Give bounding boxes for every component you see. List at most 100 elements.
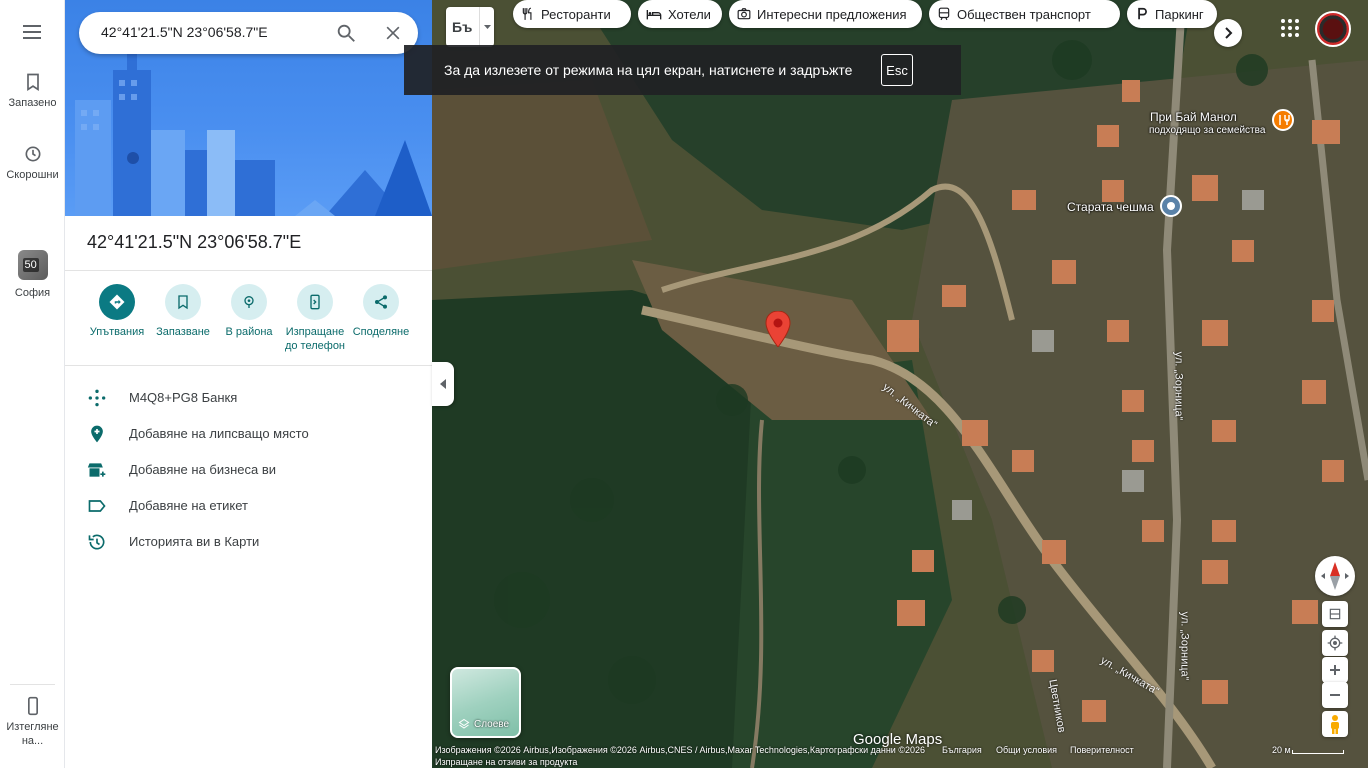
- chip-transit[interactable]: Обществен транспорт: [929, 0, 1120, 28]
- footer-link-country[interactable]: България: [942, 745, 982, 755]
- street-view-pegman[interactable]: [1322, 711, 1348, 737]
- directions-icon: [109, 294, 125, 310]
- language-button[interactable]: Бъ: [446, 7, 494, 47]
- compass-icon: [1321, 562, 1349, 590]
- transit-icon: [938, 7, 950, 21]
- minus-icon: [1330, 694, 1340, 696]
- bookmark-icon: [26, 73, 39, 92]
- fullscreen-notice: За да излезете от режима на цял екран, н…: [404, 45, 961, 95]
- add-place-icon: [91, 425, 103, 443]
- left-rail: Запазено Скорошни 50 София Изтегляне на.…: [0, 0, 65, 768]
- language-dropdown[interactable]: [479, 7, 494, 47]
- chip-hotels[interactable]: Хотели: [638, 0, 722, 28]
- list-item-label: Добавяне на липсващо място: [129, 426, 309, 441]
- bookmark-icon: [178, 295, 188, 310]
- chip-label: Интересни предложения: [757, 6, 907, 22]
- chip-restaurants[interactable]: Ресторанти: [513, 0, 631, 28]
- send-to-phone-button[interactable]: Изпращане до телефон: [282, 284, 348, 353]
- divider: [65, 365, 432, 366]
- share-button[interactable]: Споделяне: [348, 284, 414, 339]
- directions-label: Упътвания: [89, 326, 145, 338]
- chip-label: Ресторанти: [541, 6, 611, 22]
- apps-icon[interactable]: [1280, 18, 1300, 38]
- place-title: 42°41'21.5"N 23°06'58.7"E: [87, 232, 302, 252]
- send-to-phone-icon: [310, 294, 320, 310]
- chevron-left-icon: [440, 379, 446, 389]
- layers-label: Слоеве: [474, 718, 510, 730]
- satellite-map[interactable]: При Бай Манол подходящо за семейства Ста…: [432, 0, 1368, 768]
- list-item-history[interactable]: Историята ви в Карти: [65, 524, 432, 560]
- avatar[interactable]: [1315, 11, 1351, 47]
- street-label: ул. „Зорница“: [1178, 611, 1191, 681]
- restaurant-pin-icon[interactable]: [1272, 109, 1294, 131]
- rail-recent[interactable]: Скорошни: [0, 144, 65, 182]
- chips-next-button[interactable]: [1214, 19, 1242, 47]
- chip-label: Обществен транспорт: [957, 6, 1091, 22]
- footer-link-terms[interactable]: Общи условия: [996, 745, 1057, 755]
- list-item-label: Добавяне на бизнеса ви: [129, 462, 276, 477]
- my-location-button[interactable]: [1322, 630, 1348, 656]
- hero-image: 42°41'21.5"N 23°06'58.7"E: [65, 0, 432, 216]
- tilt-button[interactable]: [1322, 601, 1348, 627]
- zoom-in-button[interactable]: [1322, 657, 1348, 683]
- layers-button[interactable]: Слоеве: [450, 667, 521, 738]
- footer-link-privacy[interactable]: Поверителност: [1070, 745, 1134, 755]
- list-item-add-place[interactable]: Добавяне на липсващо място: [65, 416, 432, 452]
- side-panel: 42°41'21.5"N 23°06'58.7"E 42°41'21.5"N 2…: [65, 0, 432, 768]
- attribution: Изображения ©2026 Airbus,Изображения ©20…: [435, 745, 925, 755]
- chevron-right-icon: [1225, 27, 1233, 39]
- list-item-plus-code[interactable]: M4Q8+PG8 Банкя: [65, 380, 432, 416]
- rail-saved[interactable]: Запазено: [0, 72, 65, 110]
- action-row: Упътвания Запазване В района Изпращане д…: [65, 284, 432, 354]
- chevron-down-icon: [484, 25, 491, 29]
- scale-bar: [1292, 750, 1344, 754]
- sofia-thumbnail: 50: [17, 250, 48, 280]
- feedback-link[interactable]: Изпращане на отзиви за продукта: [435, 757, 577, 767]
- collapse-panel-button[interactable]: [432, 362, 454, 406]
- rail-divider: [10, 684, 55, 685]
- list-item-label: M4Q8+PG8 Банкя: [129, 390, 238, 405]
- landmark-pin-icon[interactable]: [1160, 195, 1182, 217]
- search-box[interactable]: 42°41'21.5"N 23°06'58.7"E: [79, 12, 418, 54]
- camera-icon: [737, 8, 751, 20]
- share-icon: [375, 295, 387, 309]
- location-pin-icon[interactable]: [765, 311, 791, 347]
- list-item-label: Историята ви в Карти: [129, 534, 260, 549]
- rail-download[interactable]: Изтегляне на...: [0, 696, 65, 748]
- list-item-add-label[interactable]: Добавяне на етикет: [65, 488, 432, 524]
- nearby-button[interactable]: В района: [216, 284, 282, 339]
- restaurant-icon: [522, 7, 532, 20]
- poi-sublabel: подходящо за семейства: [1149, 125, 1266, 136]
- tilt-icon: [1329, 608, 1341, 620]
- phone-icon: [27, 696, 38, 716]
- list-item-label: Добавяне на етикет: [129, 498, 248, 513]
- chip-attractions[interactable]: Интересни предложения: [729, 0, 922, 28]
- scale-label[interactable]: 20 м: [1272, 745, 1291, 755]
- search-icon[interactable]: [335, 22, 357, 44]
- list-item-add-business[interactable]: Добавяне на бизнеса ви: [65, 452, 432, 488]
- nearby-icon: [244, 296, 254, 308]
- divider: [65, 270, 432, 271]
- fullscreen-notice-text: За да излезете от режима на цял екран, н…: [444, 62, 853, 78]
- add-business-icon: [87, 463, 106, 477]
- search-input[interactable]: 42°41'21.5"N 23°06'58.7"E: [101, 24, 268, 40]
- directions-button[interactable]: Упътвания: [84, 284, 150, 339]
- save-button[interactable]: Запазване: [150, 284, 216, 339]
- chip-label: Паркинг: [1155, 6, 1204, 22]
- rail-sofia[interactable]: 50 София: [0, 250, 65, 300]
- layers-icon: [458, 718, 470, 729]
- compass-button[interactable]: [1315, 556, 1355, 596]
- language-label: Бъ: [452, 19, 473, 35]
- poi-label[interactable]: Старата чешма: [1067, 200, 1154, 214]
- nearby-label: В района: [225, 326, 273, 338]
- share-label: Споделяне: [352, 326, 410, 338]
- poi-label[interactable]: При Бай Манол: [1150, 110, 1237, 124]
- zoom-out-button[interactable]: [1322, 682, 1348, 708]
- close-icon[interactable]: [383, 23, 403, 43]
- history-icon: [88, 534, 105, 550]
- plus-code-icon: [88, 389, 106, 407]
- chip-label: Хотели: [668, 6, 711, 22]
- label-icon: [88, 500, 106, 512]
- chip-parking[interactable]: Паркинг: [1127, 0, 1217, 28]
- menu-button[interactable]: [20, 20, 44, 44]
